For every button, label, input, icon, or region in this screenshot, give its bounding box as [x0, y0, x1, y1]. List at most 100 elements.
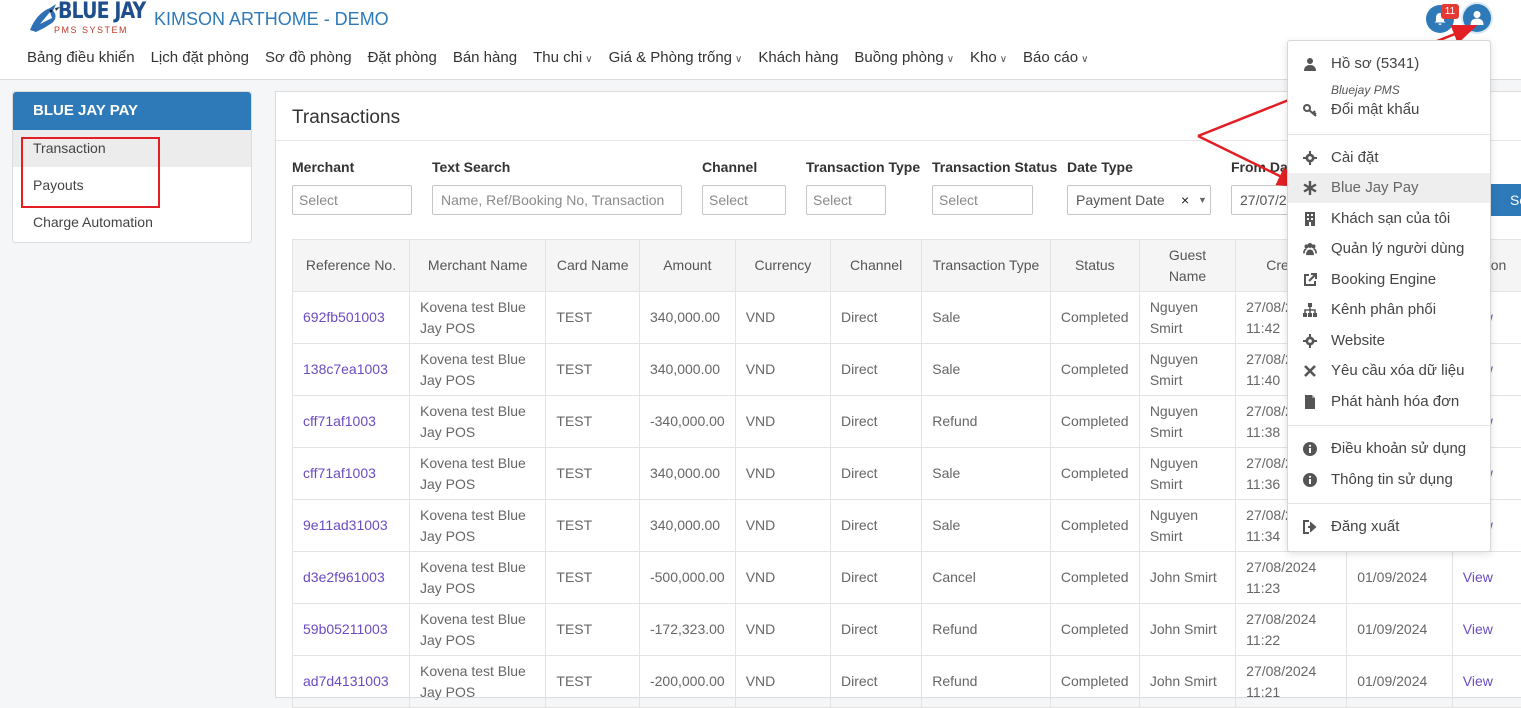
merchant-name-cell: Kovena test Blue Jay POS	[409, 656, 545, 708]
nav-item[interactable]: Giá & Phòng trống∨	[609, 49, 743, 66]
status-cell: Completed	[1050, 344, 1139, 396]
menu-delete-data-request[interactable]: Yêu cầu xóa dữ liệu	[1288, 356, 1490, 386]
column-header[interactable]: Merchant Name	[409, 240, 545, 292]
ref-link[interactable]: 9e11ad31003	[293, 500, 410, 552]
column-header[interactable]: Currency	[735, 240, 830, 292]
amount-cell: -340,000.00	[639, 396, 735, 448]
column-header[interactable]: Channel	[831, 240, 922, 292]
nav-item-label: Đặt phòng	[368, 49, 437, 66]
ref-link[interactable]: 692fb501003	[293, 292, 410, 344]
user-icon	[1303, 57, 1317, 71]
transaction-type-label: Transaction Type	[806, 159, 920, 175]
nav-item[interactable]: Kho∨	[970, 49, 1007, 66]
nav-item[interactable]: Khách hàng	[758, 49, 838, 66]
view-link[interactable]: View	[1452, 552, 1521, 604]
nav-item[interactable]: Bảng điều khiển	[27, 49, 135, 66]
ref-link[interactable]: 59b05211003	[293, 604, 410, 656]
view-link[interactable]: View	[1452, 604, 1521, 656]
card-name-cell: TEST	[546, 292, 640, 344]
menu-usage-info[interactable]: Thông tin sử dụng	[1288, 465, 1490, 495]
clear-icon[interactable]: ×	[1181, 186, 1189, 214]
nav-item[interactable]: Thu chi∨	[533, 49, 593, 66]
menu-booking-engine[interactable]: Booking Engine	[1288, 265, 1490, 295]
status-cell: Completed	[1050, 552, 1139, 604]
sidebar-item-charge-automation[interactable]: Charge Automation	[13, 204, 251, 241]
merchant-label: Merchant	[292, 159, 354, 175]
nav-item-label: Sơ đồ phòng	[265, 49, 352, 66]
user-avatar-button[interactable]	[1463, 4, 1491, 32]
ref-link[interactable]: cff71af1003	[293, 448, 410, 500]
channel-label: Channel	[702, 159, 757, 175]
currency-cell: VND	[735, 656, 830, 708]
channel-select[interactable]: Select	[702, 185, 786, 215]
nav-item[interactable]: Sơ đồ phòng	[265, 49, 352, 66]
menu-change-password-label: Đổi mật khẩu	[1331, 101, 1419, 118]
channel-cell: Direct	[831, 656, 922, 708]
ref-link[interactable]: cff71af1003	[293, 396, 410, 448]
nav-item[interactable]: Đặt phòng	[368, 49, 437, 66]
transaction-status-select[interactable]: Select	[932, 185, 1033, 215]
menu-bluejay-pay[interactable]: Blue Jay Pay	[1288, 173, 1490, 203]
menu-user-management-label: Quản lý người dùng	[1331, 240, 1464, 257]
nav-item-label: Lịch đặt phòng	[151, 49, 249, 66]
guest-name-cell: John Smirt	[1139, 552, 1235, 604]
menu-my-hotels-label: Khách sạn của tôi	[1331, 210, 1450, 227]
card-name-cell: TEST	[546, 396, 640, 448]
file-icon	[1303, 395, 1317, 409]
currency-cell: VND	[735, 292, 830, 344]
merchant-name-cell: Kovena test Blue Jay POS	[409, 344, 545, 396]
transaction-type-select[interactable]: Select	[806, 185, 886, 215]
menu-user-management[interactable]: Quản lý người dùng	[1288, 234, 1490, 264]
nav-item[interactable]: Báo cáo∨	[1023, 49, 1088, 66]
guest-name-cell: Nguyen Smirt	[1139, 344, 1235, 396]
nav-item[interactable]: Bán hàng	[453, 49, 517, 66]
payment-date-cell: 01/09/2024	[1347, 552, 1453, 604]
notification-count-badge: 11	[1441, 4, 1459, 19]
ref-link[interactable]: d3e2f961003	[293, 552, 410, 604]
ref-link[interactable]: 138c7ea1003	[293, 344, 410, 396]
menu-channels[interactable]: Kênh phân phối	[1288, 295, 1490, 325]
logo-text: BLUE JAY	[58, 0, 145, 24]
nav-item[interactable]: Lịch đặt phòng	[151, 49, 249, 66]
column-header[interactable]: Card Name	[546, 240, 640, 292]
column-header[interactable]: Transaction Type	[922, 240, 1051, 292]
transaction-type-cell: Refund	[922, 396, 1051, 448]
table-row[interactable]: d3e2f961003Kovena test Blue Jay POSTEST-…	[293, 552, 1521, 604]
menu-terms[interactable]: Điều khoản sử dụng	[1288, 434, 1490, 464]
menu-settings[interactable]: Cài đặt	[1288, 143, 1490, 173]
text-search-input[interactable]: Name, Ref/Booking No, Transaction	[432, 185, 682, 215]
menu-website[interactable]: Website	[1288, 326, 1490, 356]
view-link[interactable]: View	[1452, 656, 1521, 708]
column-header[interactable]: Reference No.	[293, 240, 410, 292]
amount-cell: -500,000.00	[639, 552, 735, 604]
channel-cell: Direct	[831, 604, 922, 656]
table-row[interactable]: 59b05211003Kovena test Blue Jay POSTEST-…	[293, 604, 1521, 656]
date-type-select[interactable]: Payment Date × ▼	[1067, 185, 1211, 215]
chevron-down-icon: ∨	[1081, 54, 1088, 65]
date-type-value: Payment Date	[1076, 192, 1165, 208]
column-header[interactable]: Amount	[639, 240, 735, 292]
sitemap-icon	[1303, 303, 1317, 317]
info-icon	[1303, 442, 1317, 456]
nav-item[interactable]: Buồng phòng∨	[854, 49, 954, 66]
sidebar-title: BLUE JAY PAY	[13, 92, 251, 130]
merchant-select[interactable]: Select	[292, 185, 412, 215]
ref-link[interactable]: ad7d4131003	[293, 656, 410, 708]
date-type-label: Date Type	[1067, 159, 1133, 175]
currency-cell: VND	[735, 604, 830, 656]
menu-profile[interactable]: Hồ sơ (5341) Bluejay PMS	[1288, 49, 1490, 93]
guest-name-cell: John Smirt	[1139, 656, 1235, 708]
menu-terms-label: Điều khoản sử dụng	[1331, 440, 1466, 457]
main-nav: Bảng điều khiển Lịch đặt phòng Sơ đồ phòng…	[27, 49, 1104, 69]
status-cell: Completed	[1050, 500, 1139, 552]
status-cell: Completed	[1050, 396, 1139, 448]
menu-logout[interactable]: Đăng xuất	[1288, 512, 1490, 542]
menu-my-hotels[interactable]: Khách sạn của tôi	[1288, 204, 1490, 234]
column-header[interactable]: Status	[1050, 240, 1139, 292]
column-header[interactable]: Guest Name	[1139, 240, 1235, 292]
menu-issue-invoice[interactable]: Phát hành hóa đơn	[1288, 387, 1490, 417]
table-row[interactable]: ad7d4131003Kovena test Blue Jay POSTEST-…	[293, 656, 1521, 708]
menu-change-password[interactable]: Đổi mật khẩu	[1288, 95, 1490, 125]
nav-item-label: Kho	[970, 49, 997, 66]
brand-logo[interactable]: BLUE JAY PMS SYSTEM	[26, 0, 136, 36]
